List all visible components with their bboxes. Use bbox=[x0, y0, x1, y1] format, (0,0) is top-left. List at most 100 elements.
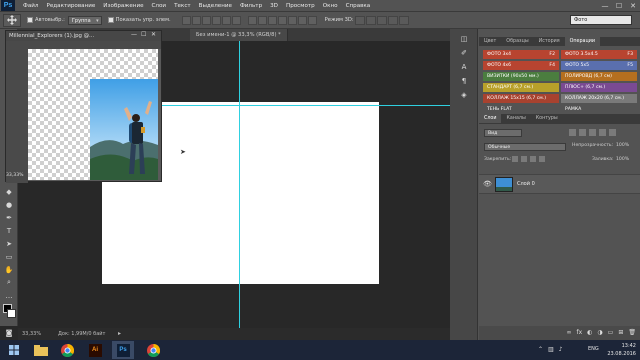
adjustment-layer-icon[interactable]: ◑ bbox=[597, 329, 602, 336]
distribute-center-button[interactable] bbox=[287, 15, 297, 25]
opacity-value[interactable]: 100% bbox=[616, 143, 629, 148]
lock-all-icon[interactable] bbox=[539, 156, 545, 162]
align-center-button[interactable] bbox=[221, 15, 231, 25]
type-tool-icon[interactable]: T bbox=[0, 224, 18, 237]
blend-mode-select[interactable]: Обычные bbox=[484, 143, 566, 151]
tray-network-icon[interactable]: ▥ bbox=[548, 346, 554, 353]
properties-panel-icon[interactable]: ◈ bbox=[458, 91, 470, 101]
show-controls-checkbox[interactable] bbox=[107, 17, 114, 23]
taskbar-photoshop[interactable]: Ps bbox=[112, 341, 134, 359]
group-icon[interactable]: ▭ bbox=[608, 329, 614, 336]
background-color-swatch[interactable] bbox=[7, 309, 16, 318]
distribute-left-button[interactable] bbox=[277, 15, 287, 25]
maximize-button[interactable]: ☐ bbox=[612, 0, 626, 12]
action-button[interactable]: КОЛЛАЖ 15х15 (6,7 см.) bbox=[483, 94, 559, 103]
fx-icon[interactable]: fx bbox=[577, 329, 583, 336]
filter-smart-icon[interactable] bbox=[609, 129, 616, 136]
floating-image-canvas[interactable] bbox=[28, 49, 158, 180]
mask-icon[interactable]: ◐ bbox=[587, 329, 592, 336]
tab-history[interactable]: История bbox=[534, 37, 565, 46]
new-layer-icon[interactable]: ⊞ bbox=[618, 329, 623, 336]
auto-select-dropdown[interactable]: Группа bbox=[67, 15, 102, 25]
3d-pan-button[interactable] bbox=[376, 15, 387, 25]
taskbar-explorer[interactable] bbox=[30, 341, 52, 359]
minimize-button[interactable]: — bbox=[598, 0, 612, 12]
status-doc-info[interactable]: Док: 1,99M/0 байт bbox=[58, 328, 105, 340]
visibility-eye-icon[interactable]: 👁 bbox=[483, 180, 492, 188]
link-layers-icon[interactable]: ∞ bbox=[567, 329, 572, 336]
brush-panel-icon[interactable]: ✐ bbox=[458, 49, 470, 59]
action-button[interactable]: КОЛЛАЖ 20х20 (6,7 см.) bbox=[561, 94, 637, 103]
3d-slide-button[interactable] bbox=[387, 15, 398, 25]
horizontal-guide[interactable] bbox=[160, 105, 450, 106]
floating-close-icon[interactable]: ✕ bbox=[151, 31, 159, 41]
tab-untitled-document[interactable]: Без имени-1 @ 33,3% (RGB/8) * bbox=[190, 29, 288, 41]
align-right-button[interactable] bbox=[231, 15, 241, 25]
menu-item[interactable]: Выделение bbox=[195, 3, 236, 9]
menu-item[interactable]: Фильтр bbox=[236, 3, 266, 9]
lock-position-icon[interactable] bbox=[530, 156, 536, 162]
trash-icon[interactable]: 🗑 bbox=[628, 329, 636, 336]
zoom-tool-icon[interactable]: ⌕ bbox=[0, 276, 18, 289]
rectangle-tool-icon[interactable]: ▭ bbox=[0, 250, 18, 263]
menu-item[interactable]: Справка bbox=[342, 3, 375, 9]
tab-swatches[interactable]: Образцы bbox=[501, 37, 533, 46]
tab-layers[interactable]: Слои bbox=[479, 114, 502, 123]
tray-volume-icon[interactable]: ♪ bbox=[559, 346, 563, 353]
align-top-button[interactable] bbox=[181, 15, 191, 25]
tab-actions[interactable]: Операции bbox=[564, 37, 600, 46]
align-left-button[interactable] bbox=[211, 15, 221, 25]
action-button[interactable]: ФОТО 3х4 F2 bbox=[483, 50, 559, 59]
blur-tool-icon[interactable]: ◆ bbox=[0, 185, 18, 198]
taskbar-chrome-2[interactable] bbox=[142, 341, 164, 359]
layer-row[interactable]: 👁 Слой 0 bbox=[479, 174, 640, 194]
tray-language[interactable]: ENG bbox=[588, 346, 599, 352]
paragraph-panel-icon[interactable]: ¶ bbox=[458, 77, 470, 87]
menu-item[interactable]: Окно bbox=[319, 3, 342, 9]
distribute-bottom-button[interactable] bbox=[267, 15, 277, 25]
menu-item[interactable]: Слои bbox=[148, 3, 171, 9]
history-panel-icon[interactable]: ◫ bbox=[458, 35, 470, 45]
status-arrow-icon[interactable]: ▸ bbox=[118, 328, 121, 340]
tray-clock[interactable]: 13:42 23.08.2016 bbox=[607, 342, 636, 358]
path-select-tool-icon[interactable]: ➤ bbox=[0, 237, 18, 250]
tray-up-arrow-icon[interactable]: ⌃ bbox=[538, 346, 543, 353]
floating-document-window[interactable]: Millennial_Explorers (1).jpg @... — ☐ ✕ … bbox=[5, 30, 162, 183]
quick-mask-icon[interactable]: ◙ bbox=[0, 326, 18, 339]
lock-image-icon[interactable] bbox=[521, 156, 527, 162]
dodge-tool-icon[interactable]: ● bbox=[0, 198, 18, 211]
filter-adjustment-icon[interactable] bbox=[579, 129, 586, 136]
align-bottom-button[interactable] bbox=[201, 15, 211, 25]
vertical-guide[interactable] bbox=[239, 41, 240, 328]
menu-item[interactable]: Текст bbox=[170, 3, 195, 9]
action-button[interactable]: ВИЗИТКИ (90х50 мм.) bbox=[483, 72, 559, 81]
filter-type-icon[interactable] bbox=[589, 129, 596, 136]
tab-paths[interactable]: Контуры bbox=[531, 114, 563, 123]
menu-item[interactable]: Файл bbox=[19, 3, 42, 9]
layer-filter-kind[interactable]: Вид bbox=[484, 129, 522, 137]
3d-roll-button[interactable] bbox=[365, 15, 376, 25]
lock-pixels-icon[interactable] bbox=[512, 156, 518, 162]
more-tools-icon[interactable]: … bbox=[0, 289, 18, 302]
workspace-select[interactable]: Фото bbox=[570, 15, 632, 25]
taskbar-illustrator[interactable]: Ai bbox=[84, 341, 106, 359]
filter-pixel-icon[interactable] bbox=[569, 129, 576, 136]
move-tool-preset-button[interactable] bbox=[3, 13, 21, 27]
action-button[interactable]: ТЕНЬ FLAT bbox=[483, 105, 559, 114]
3d-scale-button[interactable] bbox=[398, 15, 409, 25]
auto-select-checkbox[interactable] bbox=[27, 17, 33, 23]
layer-name[interactable]: Слой 0 bbox=[517, 181, 535, 187]
fill-value[interactable]: 100% bbox=[616, 157, 629, 162]
tab-channels[interactable]: Каналы bbox=[501, 114, 530, 123]
align-middle-button[interactable] bbox=[191, 15, 201, 25]
floating-minimize-icon[interactable]: — bbox=[131, 31, 139, 41]
floating-zoom-level[interactable]: 33,33% bbox=[6, 173, 28, 181]
floating-maximize-icon[interactable]: ☐ bbox=[141, 31, 149, 41]
action-button[interactable]: РАМКА bbox=[561, 105, 637, 114]
pen-tool-icon[interactable]: ✒ bbox=[0, 211, 18, 224]
hand-tool-icon[interactable]: ✋ bbox=[0, 263, 18, 276]
menu-item[interactable]: Редактирование bbox=[42, 3, 99, 9]
action-button[interactable]: ПЛЮС+ (6,7 см.) bbox=[561, 83, 637, 92]
start-button[interactable] bbox=[0, 341, 28, 359]
auto-align-button[interactable] bbox=[307, 15, 317, 25]
